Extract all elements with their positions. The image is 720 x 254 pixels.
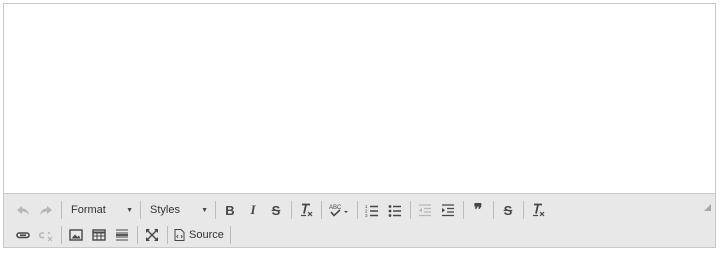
- toolbar-row-2: Source: [12, 224, 234, 246]
- spellcheck-icon: ABC: [329, 205, 348, 217]
- maximize-icon: [146, 229, 158, 241]
- increase-indent-button[interactable]: [437, 200, 459, 220]
- blockquote-icon: ❞: [473, 202, 483, 219]
- image-icon: [69, 229, 83, 241]
- insert-table-button[interactable]: [88, 225, 110, 245]
- spellcheck-button[interactable]: ABC: [325, 200, 353, 220]
- numbered-list-button[interactable]: 1 2 3: [361, 200, 383, 220]
- outdent-icon: [419, 204, 431, 217]
- link-icon: [16, 232, 30, 239]
- numbered-list-icon: 1 2 3: [365, 204, 378, 217]
- styles-dropdown[interactable]: Styles ▼: [144, 200, 212, 220]
- unlink-button[interactable]: [35, 225, 57, 245]
- undo-icon: [17, 206, 29, 215]
- toolbar-separator: [229, 226, 231, 244]
- toolbar-separator: [140, 201, 141, 219]
- styles-dropdown-label: Styles: [150, 204, 180, 216]
- toolbar-separator: [137, 226, 138, 244]
- decrease-indent-button[interactable]: [414, 200, 436, 220]
- redo-button[interactable]: [35, 200, 57, 220]
- toolbar-separator: [167, 226, 168, 244]
- editor-content-area[interactable]: [4, 4, 715, 193]
- toolbar-separator: [493, 201, 494, 219]
- table-icon: [92, 229, 106, 241]
- horizontal-line-icon: [116, 229, 128, 241]
- chevron-down-icon: ▼: [126, 206, 133, 214]
- strikethrough-button[interactable]: S: [265, 200, 287, 220]
- format-dropdown[interactable]: Format ▼: [65, 200, 137, 220]
- remove-format-icon: [533, 203, 545, 217]
- horizontal-line-button[interactable]: [111, 225, 133, 245]
- rich-text-editor: Format ▼ Styles ▼ B I S ABC 1 2 3 ❞ S So…: [3, 3, 716, 248]
- toolbar-separator: [291, 201, 292, 219]
- bold-icon: B: [225, 202, 235, 218]
- toolbar-separator: [410, 201, 411, 219]
- toolbar-row-1: Format ▼ Styles ▼ B I S ABC 1 2 3 ❞ S: [12, 199, 550, 221]
- undo-button[interactable]: [12, 200, 34, 220]
- remove-format-icon: [301, 203, 313, 217]
- insert-link-button[interactable]: [12, 225, 34, 245]
- unlink-icon: [39, 232, 53, 242]
- toolbar-separator: [61, 201, 62, 219]
- redo-icon: [40, 206, 52, 215]
- resize-handle[interactable]: [704, 204, 711, 211]
- source-icon: [174, 229, 185, 241]
- bulleted-list-button[interactable]: [384, 200, 406, 220]
- italic-icon: I: [250, 202, 256, 217]
- source-button[interactable]: Source: [171, 225, 227, 245]
- remove-format-button[interactable]: [295, 200, 317, 220]
- toolbar-separator: [215, 201, 216, 219]
- source-button-label: Source: [189, 229, 224, 241]
- blockquote-button[interactable]: ❞: [467, 200, 489, 220]
- toolbar-separator: [357, 201, 358, 219]
- strikethrough-icon: S: [503, 202, 513, 218]
- toolbar-separator: [321, 201, 322, 219]
- toolbar-separator: [523, 201, 524, 219]
- strikethrough-icon: S: [271, 202, 281, 218]
- italic-button[interactable]: I: [242, 200, 264, 220]
- format-dropdown-label: Format: [71, 204, 106, 216]
- chevron-down-icon: ▼: [201, 206, 208, 214]
- toolbar-separator: [61, 226, 62, 244]
- toolbar-separator: [463, 201, 464, 219]
- editor-toolbar: Format ▼ Styles ▼ B I S ABC 1 2 3 ❞ S So…: [4, 193, 715, 247]
- indent-icon: [442, 204, 454, 217]
- bold-button[interactable]: B: [219, 200, 241, 220]
- insert-image-button[interactable]: [65, 225, 87, 245]
- remove-format-button-2[interactable]: [527, 200, 549, 220]
- svg-text:3: 3: [365, 213, 368, 217]
- strikethrough-button-2[interactable]: S: [497, 200, 519, 220]
- maximize-button[interactable]: [141, 225, 163, 245]
- bulleted-list-icon: [388, 205, 401, 217]
